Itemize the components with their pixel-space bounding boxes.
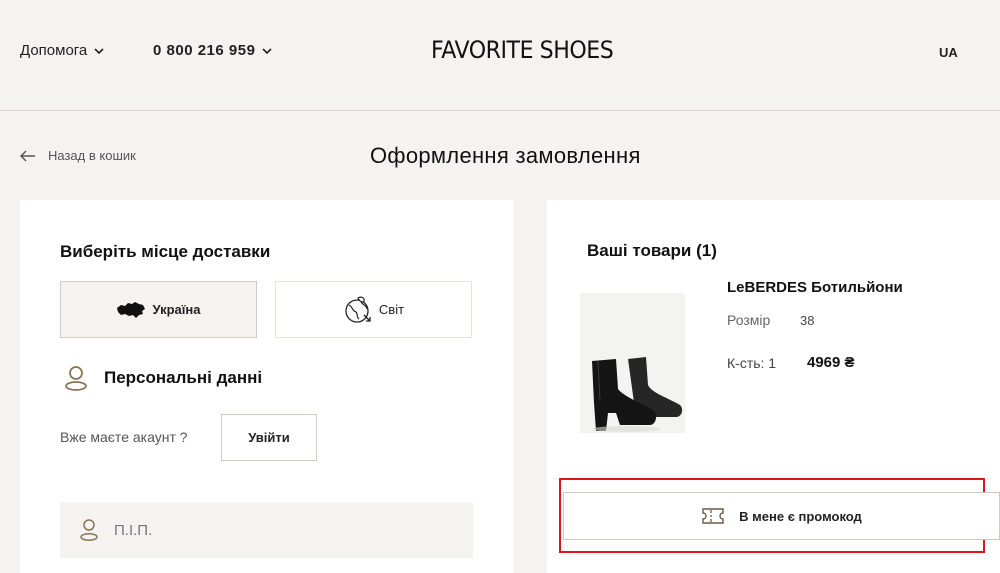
phone-number: 0 800 216 959: [153, 42, 256, 59]
full-name-field[interactable]: [60, 502, 473, 558]
back-label: Назад в кошик: [48, 148, 136, 163]
ankle-boots-image: [592, 357, 683, 432]
login-button[interactable]: Увійти: [221, 414, 317, 461]
chevron-down-icon: [94, 47, 104, 54]
chevron-down-icon: [262, 47, 273, 54]
quantity-label: К-сть: 1: [727, 355, 777, 371]
full-name-input[interactable]: [112, 520, 436, 540]
delivery-heading: Виберіть місце доставки: [60, 242, 271, 261]
help-label: Допомога: [20, 42, 88, 59]
size-label: Розмір: [727, 312, 771, 328]
delivery-option-ukraine[interactable]: Україна: [60, 281, 257, 338]
ticket-icon: [702, 508, 724, 524]
user-icon: [65, 366, 87, 391]
delivery-option-world[interactable]: Світ: [275, 281, 472, 338]
delivery-option-label: Україна: [152, 302, 201, 317]
promo-code-button[interactable]: В мене є промокод: [563, 492, 1000, 540]
size-value: 38: [800, 313, 815, 328]
product-price: 4969 ₴: [807, 354, 855, 371]
product-name[interactable]: LeBERDES Ботильйони: [727, 279, 903, 296]
site-header: Допомога 0 800 216 959 FAVORITE SHOES UA: [0, 0, 1000, 111]
back-to-cart-link[interactable]: Назад в кошик: [20, 148, 136, 163]
personal-data-section: Персональні данні: [64, 365, 262, 391]
site-logo[interactable]: FAVORITE SHOES: [431, 36, 614, 64]
cart-heading: Ваші товари (1): [587, 241, 717, 260]
personal-data-heading: Персональні данні: [104, 368, 263, 387]
have-account-text: Вже маєте акаунт ?: [60, 429, 188, 445]
promo-code-label: В мене є промокод: [739, 508, 862, 524]
delivery-option-label: Світ: [378, 302, 405, 317]
language-switch[interactable]: UA: [939, 45, 958, 60]
checkout-form-panel: Виберіть місце доставки Україна Світ Пер…: [20, 200, 513, 573]
globe-icon: [345, 296, 371, 323]
page-title: Оформлення замовлення: [370, 143, 641, 168]
phone-menu[interactable]: 0 800 216 959: [153, 42, 273, 59]
product-image[interactable]: [580, 293, 685, 433]
help-menu[interactable]: Допомога: [20, 42, 105, 59]
ukraine-map-icon: [117, 301, 146, 318]
arrow-left-icon: [20, 150, 35, 161]
user-icon: [80, 519, 98, 541]
